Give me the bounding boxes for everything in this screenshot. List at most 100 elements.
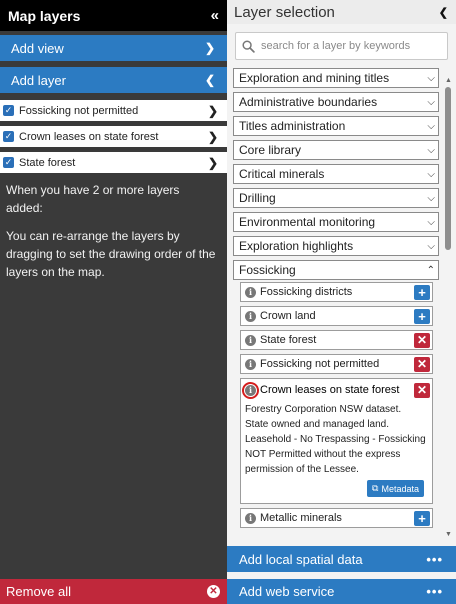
- layer-selection-header: Layer selection ❮: [227, 0, 456, 24]
- highlight-ring: i: [242, 381, 259, 399]
- collapse-right-icon[interactable]: ❮: [439, 6, 448, 19]
- chevron-up-icon: ⌃: [426, 264, 435, 276]
- layer-label: Fossicking not permitted: [260, 358, 380, 370]
- layer-label: State forest: [260, 334, 317, 346]
- active-layer-item[interactable]: ✓ Crown leases on state forest ❯: [0, 126, 227, 147]
- category-label: Environmental monitoring: [239, 215, 376, 229]
- active-layer-label: Crown leases on state forest: [19, 130, 159, 143]
- chevron-down-icon: ⌵: [427, 72, 435, 84]
- map-layers-title: Map layers: [8, 7, 81, 24]
- layer-row: i Fossicking not permitted ✕: [240, 354, 433, 374]
- chevron-down-icon: ⌵: [427, 216, 435, 228]
- layer-row: i Crown leases on state forest ✕: [242, 381, 430, 399]
- chevron-right-icon[interactable]: ❯: [208, 130, 218, 144]
- remove-all-button[interactable]: Remove all ✕: [0, 579, 227, 604]
- add-layer-icon[interactable]: +: [414, 308, 430, 324]
- remove-layer-icon[interactable]: ✕: [414, 356, 430, 372]
- active-layer-item[interactable]: ✓ Fossicking not permitted ❯: [0, 100, 227, 121]
- remove-layer-icon[interactable]: ✕: [414, 382, 430, 398]
- remove-all-label: Remove all: [6, 584, 72, 599]
- add-layer-button[interactable]: Add layer ❮: [0, 67, 227, 93]
- close-circle-icon: ✕: [207, 585, 220, 598]
- scrollbar-thumb[interactable]: [445, 87, 451, 250]
- scrollbar[interactable]: ▲ ▼: [445, 77, 452, 538]
- help-line-1: When you have 2 or more layers added:: [6, 183, 180, 215]
- chevron-down-icon: ⌵: [427, 96, 435, 108]
- checkbox-checked-icon[interactable]: ✓: [3, 105, 14, 116]
- chevron-down-icon: ⌵: [427, 192, 435, 204]
- category-label: Titles administration: [239, 119, 346, 133]
- active-layer-label: State forest: [19, 156, 76, 169]
- chevron-left-icon: ❮: [204, 73, 215, 87]
- chevron-down-icon: ⌵: [427, 120, 435, 132]
- chevron-right-icon: ❯: [204, 41, 215, 55]
- scroll-up-icon[interactable]: ▲: [445, 77, 452, 84]
- map-layers-header: Map layers «: [0, 0, 227, 31]
- category-label: Critical minerals: [239, 167, 325, 181]
- category-core-library[interactable]: Core library ⌵: [233, 140, 439, 160]
- info-icon[interactable]: i: [245, 512, 256, 524]
- chevron-down-icon: ⌵: [427, 144, 435, 156]
- search-icon: [242, 39, 255, 53]
- active-layer-item[interactable]: ✓ State forest ❯: [0, 152, 227, 173]
- layer-label: Crown leases on state forest: [260, 384, 400, 396]
- info-icon[interactable]: i: [245, 334, 256, 346]
- more-dots-icon: •••: [426, 584, 443, 599]
- metadata-button[interactable]: ⧉ Metadata: [367, 480, 424, 497]
- info-icon[interactable]: i: [245, 310, 256, 322]
- metadata-label: Metadata: [381, 483, 419, 494]
- layer-description: Forestry Corporation NSW dataset. State …: [245, 404, 426, 475]
- add-local-spatial-data-button[interactable]: Add local spatial data •••: [227, 546, 456, 572]
- category-critical-minerals[interactable]: Critical minerals ⌵: [233, 164, 439, 184]
- category-titles-administration[interactable]: Titles administration ⌵: [233, 116, 439, 136]
- category-label: Fossicking: [239, 263, 296, 277]
- add-view-button[interactable]: Add view ❯: [0, 35, 227, 61]
- info-icon[interactable]: i: [245, 358, 256, 370]
- add-web-service-button[interactable]: Add web service •••: [227, 579, 456, 604]
- layer-label: Fossicking districts: [260, 286, 353, 298]
- info-icon[interactable]: i: [245, 384, 256, 396]
- external-link-icon: ⧉: [372, 483, 379, 493]
- add-web-label: Add web service: [239, 584, 335, 599]
- category-environmental-monitoring[interactable]: Environmental monitoring ⌵: [233, 212, 439, 232]
- more-dots-icon: •••: [426, 551, 443, 567]
- layer-selection-title: Layer selection: [234, 3, 335, 21]
- chevron-down-icon: ⌵: [427, 168, 435, 180]
- add-layer-label: Add layer: [11, 72, 66, 88]
- scroll-down-icon[interactable]: ▼: [445, 531, 452, 538]
- add-local-label: Add local spatial data: [239, 551, 363, 567]
- layer-row: i Metallic minerals +: [240, 508, 433, 528]
- chevron-down-icon: ⌵: [427, 240, 435, 252]
- category-fossicking[interactable]: Fossicking ⌃: [233, 260, 439, 280]
- category-label: Core library: [239, 143, 302, 157]
- info-icon[interactable]: i: [245, 286, 256, 298]
- search-input[interactable]: [261, 40, 441, 52]
- category-administrative-boundaries[interactable]: Administrative boundaries ⌵: [233, 92, 439, 112]
- category-label: Exploration highlights: [239, 239, 354, 253]
- category-drilling[interactable]: Drilling ⌵: [233, 188, 439, 208]
- help-text: When you have 2 or more layers added: Yo…: [6, 181, 219, 291]
- category-label: Exploration and mining titles: [239, 71, 390, 85]
- search-box: [235, 32, 448, 60]
- category-exploration-mining-titles[interactable]: Exploration and mining titles ⌵: [233, 68, 439, 88]
- checkbox-checked-icon[interactable]: ✓: [3, 157, 14, 168]
- category-list: Exploration and mining titles ⌵ Administ…: [233, 68, 439, 284]
- help-line-2: You can re-arrange the layers by draggin…: [6, 229, 216, 279]
- remove-layer-icon[interactable]: ✕: [414, 332, 430, 348]
- chevron-right-icon[interactable]: ❯: [208, 104, 218, 118]
- layer-selection-panel: Layer selection ❮ Exploration and mining…: [227, 0, 456, 604]
- checkbox-checked-icon[interactable]: ✓: [3, 131, 14, 142]
- map-layers-panel: Map layers « Add view ❯ Add layer ❮ ✓ Fo…: [0, 0, 227, 604]
- layer-row: i Fossicking districts +: [240, 282, 433, 302]
- chevron-right-icon[interactable]: ❯: [208, 156, 218, 170]
- collapse-left-icon[interactable]: «: [211, 7, 219, 24]
- fossicking-layer-list: i Fossicking districts + i Crown land + …: [240, 282, 433, 532]
- add-layer-icon[interactable]: +: [414, 284, 430, 300]
- expanded-layer-card: i Crown leases on state forest ✕ Forestr…: [240, 378, 433, 504]
- add-layer-icon[interactable]: +: [414, 510, 430, 526]
- category-label: Drilling: [239, 191, 276, 205]
- category-exploration-highlights[interactable]: Exploration highlights ⌵: [233, 236, 439, 256]
- layer-label: Metallic minerals: [260, 512, 342, 524]
- layer-row: i Crown land +: [240, 306, 433, 326]
- active-layer-label: Fossicking not permitted: [19, 104, 139, 117]
